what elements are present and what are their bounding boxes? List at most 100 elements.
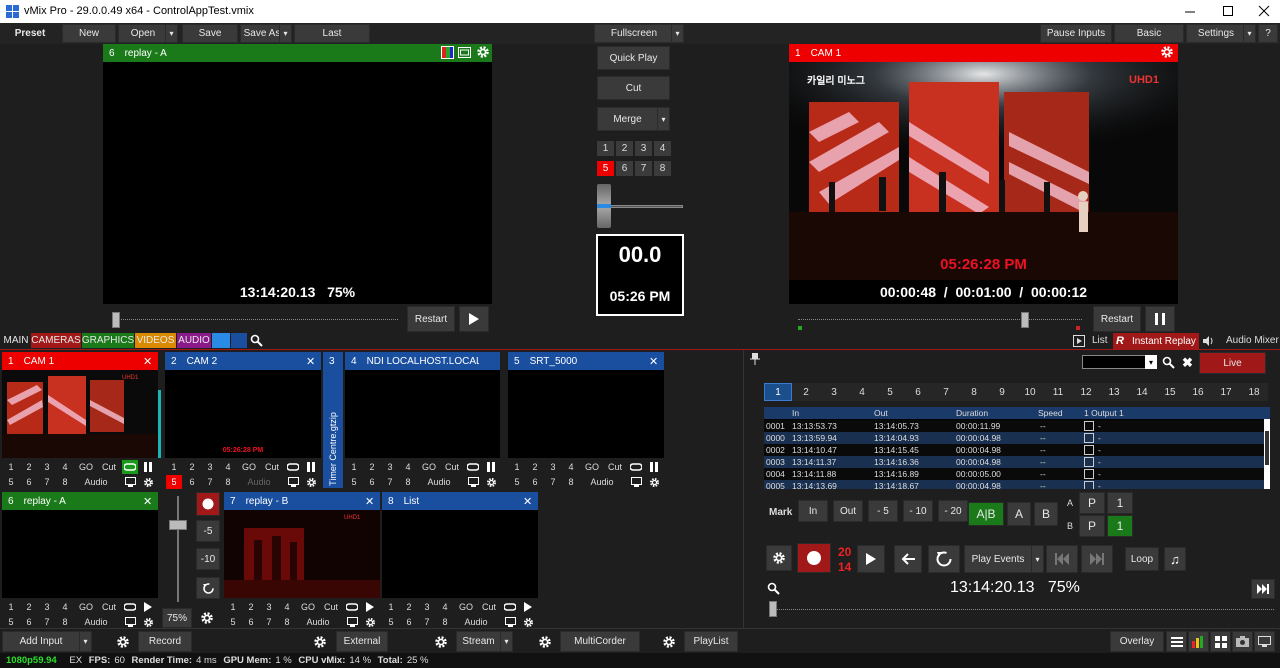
transition-1-button[interactable]: 1 <box>597 141 614 156</box>
monitor-icon[interactable] <box>628 475 644 489</box>
input-7-cut-button[interactable]: Cut <box>320 600 342 614</box>
event-output-checkbox[interactable] <box>1084 433 1094 443</box>
input-6-cut-button[interactable]: Cut <box>98 600 120 614</box>
transition-4-button[interactable]: 4 <box>654 141 671 156</box>
mark-out-button[interactable]: Out <box>833 500 863 522</box>
close-icon[interactable]: ✕ <box>143 355 152 368</box>
gear-icon[interactable] <box>362 615 378 629</box>
table-row[interactable]: 0003 13:14:11.37 13:14:16.36 00:00:04.98 -- - <box>764 456 1270 468</box>
transition-2-button[interactable]: 2 <box>616 141 633 156</box>
input-4-transition-8[interactable]: 8 <box>400 475 416 489</box>
input-6-transition-7[interactable]: 7 <box>39 615 55 629</box>
gear-icon[interactable] <box>520 615 536 629</box>
pause-inputs-button[interactable]: Pause Inputs <box>1040 24 1112 43</box>
basic-button[interactable]: Basic <box>1114 24 1184 43</box>
input-3-tile[interactable]: 3 Timer Centre.gtzip <box>323 352 343 488</box>
input-6-transition-2[interactable]: 2 <box>21 600 37 614</box>
input-4-header[interactable]: 4 NDI LOCALHOST.LOCALDOMAIN <box>345 352 500 370</box>
chevron-down-icon[interactable]: ▾ <box>657 108 669 130</box>
tab-videos[interactable]: VIDEOS <box>135 333 176 348</box>
input-6-preview[interactable] <box>2 510 158 598</box>
table-row[interactable]: 0004 13:14:11.88 13:14:16.89 00:00:05.00 -- - <box>764 468 1270 480</box>
replay-camera-tab-8[interactable]: 8 <box>960 383 988 401</box>
b-button[interactable]: B <box>1034 502 1058 526</box>
t-bar-handle[interactable] <box>597 184 611 228</box>
event-output-checkbox[interactable] <box>1084 481 1094 489</box>
music-button[interactable]: ♫ <box>1164 547 1186 571</box>
transition-7-button[interactable]: 7 <box>635 161 652 176</box>
preview-restart-button[interactable]: Restart <box>407 306 455 332</box>
preview-seek-track[interactable] <box>112 319 398 321</box>
table-row[interactable]: 0002 13:14:10.47 13:14:15.45 00:00:04.98 -- - <box>764 444 1270 456</box>
input-1-transition-4[interactable]: 4 <box>57 460 73 474</box>
chevron-down-icon[interactable]: ▾ <box>1243 25 1255 42</box>
input-1-transition-6[interactable]: 6 <box>21 475 37 489</box>
input-8-go-button[interactable]: GO <box>455 600 477 614</box>
replay-camera-tab-11[interactable]: 11 <box>1044 383 1072 401</box>
input-2-cut-button[interactable]: Cut <box>261 460 283 474</box>
monitor-icon[interactable] <box>285 475 301 489</box>
input-2-transition-7[interactable]: 7 <box>202 475 218 489</box>
input-4-transition-3[interactable]: 3 <box>382 460 398 474</box>
close-icon[interactable]: ✕ <box>523 495 532 508</box>
transition-6-button[interactable]: 6 <box>616 161 633 176</box>
replay-camera-tab-10[interactable]: 10 <box>1016 383 1044 401</box>
input-5-go-button[interactable]: GO <box>581 460 603 474</box>
minus-5-button[interactable]: - 5 <box>868 500 898 522</box>
input-8-transition-7[interactable]: 7 <box>419 615 435 629</box>
input-8-transition-4[interactable]: 4 <box>437 600 453 614</box>
input-2-header[interactable]: 2 CAM 2 <box>165 352 321 370</box>
fullscreen-button[interactable]: Fullscreen ▾ <box>594 24 684 43</box>
ab-button[interactable]: A|B <box>968 502 1004 526</box>
colour-correction-icon[interactable] <box>441 46 454 59</box>
multiview-button[interactable] <box>1210 631 1231 652</box>
gear-icon[interactable] <box>303 475 319 489</box>
output-pause-button[interactable] <box>1145 306 1175 332</box>
fullscreen-toggle-button[interactable] <box>1254 631 1275 652</box>
replay-back-button[interactable] <box>894 545 922 573</box>
loop-icon[interactable] <box>122 600 138 614</box>
help-button[interactable]: ? <box>1258 24 1278 43</box>
input-1-preview[interactable]: UHD1 <box>2 370 158 458</box>
input-6-transition-8[interactable]: 8 <box>57 615 73 629</box>
input-4-transition-2[interactable]: 2 <box>364 460 380 474</box>
input-2-transition-5[interactable]: 5 <box>166 475 182 489</box>
input-7-preview[interactable]: UHD1 <box>224 510 380 598</box>
clear-search-icon[interactable]: ✖ <box>1182 355 1193 371</box>
monitor-icon[interactable] <box>344 615 360 629</box>
search-icon[interactable] <box>250 334 263 347</box>
input-5-transition-3[interactable]: 3 <box>545 460 561 474</box>
skip-end-button[interactable] <box>1251 579 1275 599</box>
input-1-transition-1[interactable]: 1 <box>3 460 19 474</box>
input-7-transition-4[interactable]: 4 <box>279 600 295 614</box>
input-2-transition-2[interactable]: 2 <box>184 460 200 474</box>
window-icon[interactable] <box>458 46 471 59</box>
play-icon[interactable] <box>362 600 378 614</box>
input-7-transition-2[interactable]: 2 <box>243 600 259 614</box>
input-4-transition-6[interactable]: 6 <box>364 475 380 489</box>
replay-camera-tab-15[interactable]: 15 <box>1156 383 1184 401</box>
input-6-transition-5[interactable]: 5 <box>3 615 19 629</box>
input-2-transition-6[interactable]: 6 <box>184 475 200 489</box>
monitor-icon[interactable] <box>122 475 138 489</box>
monitor-icon[interactable] <box>502 615 518 629</box>
tab-main[interactable]: MAIN <box>2 333 30 348</box>
input-1-audio-button[interactable]: Audio <box>76 475 116 489</box>
save-as-button[interactable]: Save As ▾ <box>240 24 292 43</box>
input-6-header[interactable]: 6 replay - A <box>2 492 158 510</box>
input-1-transition-3[interactable]: 3 <box>39 460 55 474</box>
tab-list[interactable]: List <box>1092 335 1108 346</box>
close-icon[interactable]: ✕ <box>649 355 658 368</box>
pause-icon[interactable] <box>646 460 662 474</box>
input-7-transition-5[interactable]: 5 <box>225 615 241 629</box>
input-4-transition-7[interactable]: 7 <box>382 475 398 489</box>
column-speed[interactable]: Speed <box>1038 408 1063 418</box>
previous-event-button[interactable] <box>1046 545 1078 573</box>
input-8-transition-3[interactable]: 3 <box>419 600 435 614</box>
input-5-transition-7[interactable]: 7 <box>545 475 561 489</box>
replay-record-button-main[interactable] <box>797 543 831 573</box>
input-5-cut-button[interactable]: Cut <box>604 460 626 474</box>
replay-camera-tab-4[interactable]: 4 <box>848 383 876 401</box>
settings-button[interactable]: Settings ▾ <box>1186 24 1256 43</box>
a-preview-button[interactable]: P <box>1079 492 1105 514</box>
